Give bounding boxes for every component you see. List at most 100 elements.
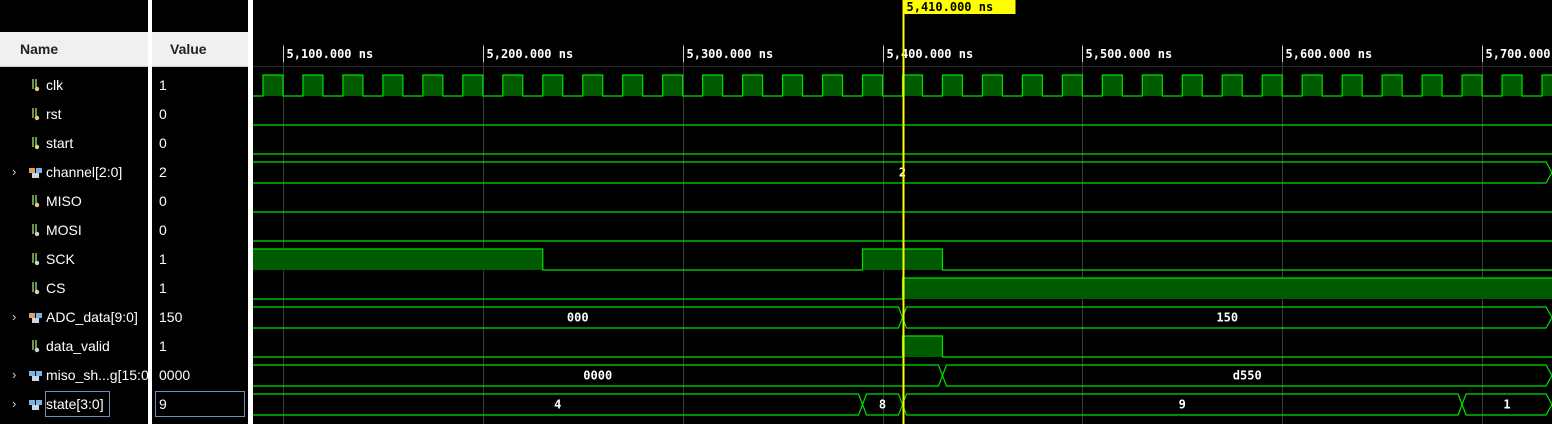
high-level-fill — [262, 75, 283, 96]
signal-name: start — [46, 135, 74, 151]
high-level-fill — [902, 75, 923, 96]
internal-bus-icon — [29, 398, 42, 410]
high-level-fill — [1182, 75, 1203, 96]
column-divider[interactable] — [148, 0, 152, 424]
signal-value: 9 — [159, 396, 167, 412]
signal-list-panel: Name Value clk rst start › channel[2:0] MISO M… — [0, 0, 250, 424]
high-level-fill — [1262, 75, 1283, 96]
signal-name: MOSI — [46, 222, 82, 238]
high-level-fill — [1222, 75, 1243, 96]
expand-chevron-icon[interactable]: › — [12, 310, 20, 324]
high-level-fill — [1542, 75, 1552, 96]
high-level-fill — [1422, 75, 1443, 96]
high-level-fill — [1062, 75, 1083, 96]
bus-value-label: 8 — [879, 398, 886, 412]
high-level-fill — [622, 75, 643, 96]
grid — [283, 44, 1483, 424]
signal-value: 0 — [159, 135, 167, 151]
signal-row-mosi[interactable]: MOSI — [0, 216, 148, 245]
signal-value-cell[interactable]: 0 — [152, 187, 248, 216]
input-bit-icon — [31, 136, 41, 150]
input-bus-icon — [29, 166, 42, 178]
expand-chevron-icon[interactable]: › — [12, 165, 20, 179]
signal-row-adc-data-9-0-[interactable]: › ADC_data[9:0] — [0, 303, 148, 332]
signal-value-cell[interactable]: 1 — [152, 332, 248, 361]
signal-value-cell[interactable]: 0 — [152, 100, 248, 129]
high-level-fill — [422, 75, 443, 96]
high-level-fill — [862, 75, 883, 96]
signal-name: SCK — [46, 251, 75, 267]
signal-value: 150 — [159, 309, 183, 325]
tick-label: 5,100.000 ns — [287, 47, 374, 61]
internal-bus-icon — [29, 369, 42, 381]
input-bit-icon — [31, 107, 41, 121]
output-bit-icon — [31, 223, 41, 237]
bus-value-label: d550 — [1233, 369, 1262, 383]
input-bit-icon — [31, 78, 41, 92]
high-level-fill — [1102, 75, 1123, 96]
signal-row-sck[interactable]: SCK — [0, 245, 148, 274]
signal-row-miso[interactable]: MISO — [0, 187, 148, 216]
signal-value-cell[interactable]: 1 — [152, 274, 248, 303]
signal-value: 1 — [159, 251, 167, 267]
signal-value-cell[interactable]: 0 — [152, 129, 248, 158]
high-level-fill — [253, 249, 543, 270]
high-level-fill — [822, 75, 843, 96]
tick-label: 5,200.000 ns — [487, 47, 574, 61]
high-level-fill — [302, 75, 323, 96]
signal-name: data_valid — [46, 338, 110, 354]
tick-label: 5,500.000 ns — [1086, 47, 1173, 61]
signal-name: clk — [46, 77, 64, 93]
high-level-fill — [1502, 75, 1523, 96]
high-level-fill — [902, 278, 1552, 299]
tick-label: 5,400.000 ns — [887, 47, 974, 61]
signal-value-cell[interactable]: 1 — [152, 71, 248, 100]
input-bit-icon — [31, 194, 41, 208]
signal-name: ADC_data[9:0] — [46, 309, 138, 325]
name-column-header[interactable]: Name — [0, 32, 148, 67]
high-level-fill — [1142, 75, 1163, 96]
high-level-fill — [902, 336, 943, 357]
signal-row-state-3-0-[interactable]: › state[3:0] — [0, 390, 148, 419]
high-level-fill — [1462, 75, 1483, 96]
high-level-fill — [582, 75, 603, 96]
output-bit-icon — [31, 339, 41, 353]
signal-value-cell[interactable]: 0000 — [152, 361, 248, 390]
high-level-fill — [1342, 75, 1363, 96]
bus-value-label: 0000 — [583, 369, 612, 383]
signal-value-cell[interactable]: 1 — [152, 245, 248, 274]
value-column-header[interactable]: Value — [150, 32, 249, 67]
signal-name: rst — [46, 106, 62, 122]
output-bus-icon — [29, 311, 42, 323]
tick-label: 5,300.000 ns — [687, 47, 774, 61]
signal-name: CS — [46, 280, 66, 296]
bus-value-label: 4 — [554, 398, 561, 412]
expand-chevron-icon[interactable]: › — [12, 368, 20, 382]
signal-value: 0 — [159, 222, 167, 238]
signal-value-cell[interactable]: 2 — [152, 158, 248, 187]
signal-row-data-valid[interactable]: data_valid — [0, 332, 148, 361]
signal-row-rst[interactable]: rst — [0, 100, 148, 129]
expand-chevron-icon[interactable]: › — [12, 397, 20, 411]
signal-row-cs[interactable]: CS — [0, 274, 148, 303]
signal-value-cell[interactable]: 150 — [152, 303, 248, 332]
high-level-fill — [982, 75, 1003, 96]
bus-value-label: 150 — [1216, 311, 1238, 325]
bus-value-label: 9 — [1179, 398, 1186, 412]
signal-value: 1 — [159, 280, 167, 296]
signal-value: 1 — [159, 77, 167, 93]
tick-label: 5,600.000 ns — [1286, 47, 1373, 61]
signal-row-start[interactable]: start — [0, 129, 148, 158]
waveform-canvas[interactable]: 5,100.000 ns 5,200.000 ns 5,300.000 ns 5,40… — [253, 0, 1552, 424]
signal-value-cell[interactable]: 0 — [152, 216, 248, 245]
signal-row-channel-2-0-[interactable]: › channel[2:0] — [0, 158, 148, 187]
high-level-fill — [382, 75, 403, 96]
selection-outline — [155, 391, 245, 417]
cursor-time-label: 5,410.000 ns — [907, 0, 994, 14]
signal-value-cell[interactable]: 9 — [152, 390, 248, 419]
signal-row-miso-sh-g-15-0-[interactable]: › miso_sh...g[15:0] — [0, 361, 148, 390]
signal-row-clk[interactable]: clk — [0, 71, 148, 100]
high-level-fill — [462, 75, 483, 96]
high-level-fill — [1382, 75, 1403, 96]
tick-label: 5,700.000 ns — [1486, 47, 1552, 61]
